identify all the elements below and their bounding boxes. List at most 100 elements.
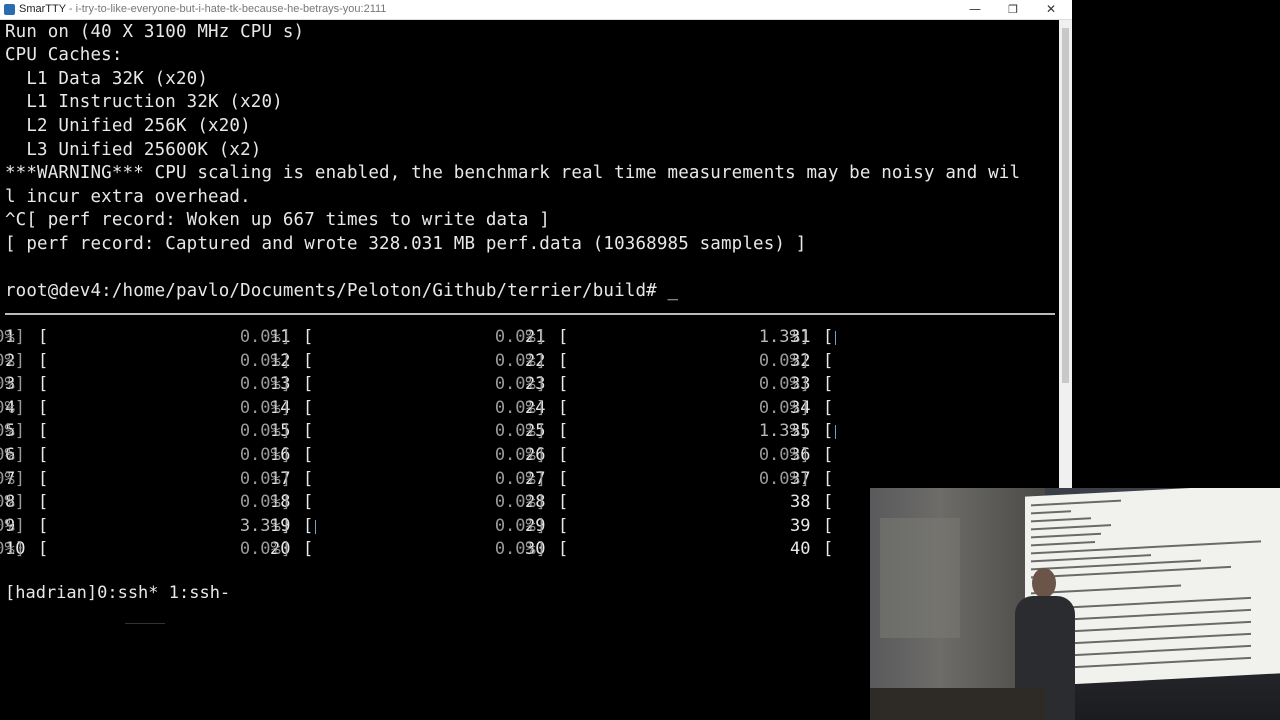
cpu-meter-bracket: [ xyxy=(823,468,834,489)
tmux-status-bar[interactable]: [hadrian]0:ssh* 1:ssh- xyxy=(5,583,230,603)
cpu-usage-percent: 0.0%] xyxy=(758,374,810,395)
scrollbar-thumb[interactable] xyxy=(1062,28,1069,383)
cpu-meter-bracket: [ xyxy=(823,397,834,418)
cpu-number: 39 xyxy=(790,515,811,536)
cpu-meter-bracket: [ xyxy=(38,397,49,418)
cpu-meter-bracket: [ xyxy=(303,539,314,560)
cpu-meter-bracket: [ xyxy=(823,539,834,560)
cpu-meter-bracket: [ xyxy=(823,515,834,536)
camera-video-overlay xyxy=(870,488,1280,720)
cpu-meter-bracket: [ xyxy=(38,539,49,560)
cpu-meter-bracket: [ xyxy=(823,374,834,395)
cpu-meter-bracket: [ xyxy=(38,421,49,442)
cpu-usage-percent: 0.0%] xyxy=(494,350,546,371)
cpu-usage-percent: 0.0%] xyxy=(239,468,291,489)
cpu-meter-bracket: [ xyxy=(38,327,49,347)
terminal-line: ^C[ perf record: Woken up 667 times to w… xyxy=(5,210,550,230)
cpu-number: 38 xyxy=(790,492,811,513)
cpu-meter-bracket: [ xyxy=(823,327,834,347)
pane-separator xyxy=(5,313,1055,315)
app-name: SmarTTY xyxy=(19,3,66,15)
cpu-usage-percent: 0.0%] xyxy=(494,374,546,395)
cpu-meter-bracket: [ xyxy=(558,515,569,536)
restore-button[interactable]: ❐ xyxy=(993,0,1033,20)
cpu-usage-percent: 0.0%] xyxy=(239,350,291,371)
cpu-usage-percent: 0.0%] xyxy=(239,445,291,465)
cpu-usage-percent: 0.0%] xyxy=(0,327,25,347)
cpu-meter-bracket: [ xyxy=(38,374,49,395)
cpu-usage-percent: 0.0%] xyxy=(494,515,546,536)
terminal-line: L1 Instruction 32K (x20) xyxy=(5,92,283,112)
cpu-usage-percent: 0.0%] xyxy=(494,445,546,465)
cpu-meter-bracket: [ xyxy=(303,374,314,395)
cpu-meter-bracket: [ xyxy=(558,539,569,560)
cpu-meter-bracket: [ xyxy=(558,374,569,395)
cpu-usage-percent: 0.0%] xyxy=(0,374,25,395)
terminal-line: ***WARNING*** CPU scaling is enabled, th… xyxy=(5,163,1021,183)
cpu-meter-bracket: [ xyxy=(823,492,834,513)
cpu-usage-percent: 3.3%] xyxy=(239,515,291,536)
terminal-line: CPU Caches: xyxy=(5,45,123,65)
cpu-meter-bracket: [ xyxy=(558,327,569,347)
cpu-usage-percent: 0.0%] xyxy=(239,421,291,442)
terminal-line: L3 Unified 25600K (x2) xyxy=(5,140,262,160)
cpu-meter-bracket: [ xyxy=(303,468,314,489)
cpu-usage-percent: 0.0%] xyxy=(0,397,25,418)
cpu-usage-percent: 0.0%] xyxy=(239,397,291,418)
cpu-usage-percent: 0.0%] xyxy=(494,539,546,560)
terminal-line: L2 Unified 256K (x20) xyxy=(5,116,251,136)
cpu-usage-percent: 0.0%] xyxy=(758,468,810,489)
cpu-meter-bracket: [ xyxy=(558,397,569,418)
cpu-meter-bracket: [ xyxy=(558,350,569,371)
cpu-meter-bracket: [ xyxy=(303,492,314,513)
cpu-usage-percent: 0.0%] xyxy=(0,539,25,560)
cpu-meter-bracket: [ xyxy=(303,397,314,418)
app-icon xyxy=(4,4,15,15)
cpu-usage-percent: 0.0%] xyxy=(0,421,25,442)
cpu-meter-bracket: [ xyxy=(823,421,834,442)
cpu-meter-bracket: [ xyxy=(558,492,569,513)
cpu-usage-percent: 0.0%] xyxy=(0,515,25,536)
window-title-suffix: - i-try-to-like-everyone-but-i-hate-tk-b… xyxy=(65,3,387,15)
cpu-meter-bracket: [ xyxy=(303,445,314,465)
terminal-line: L1 Data 32K (x20) xyxy=(5,69,209,89)
status-underline xyxy=(125,623,165,624)
cpu-meter-bracket: [ xyxy=(38,445,49,465)
terminal-line: l incur extra overhead. xyxy=(5,187,251,207)
cpu-meter-bracket: [ xyxy=(303,327,314,347)
close-button[interactable]: ✕ xyxy=(1031,0,1071,20)
terminal-prompt-line[interactable]: root@dev4:/home/pavlo/Documents/Peloton/… xyxy=(5,281,678,301)
window-title: SmarTTY - i-try-to-like-everyone-but-i-h… xyxy=(19,3,386,15)
cpu-usage-percent: 0.0%] xyxy=(494,421,546,442)
cpu-meter-bracket: [ xyxy=(558,445,569,465)
terminal-line: Run on (40 X 3100 MHz CPU s) xyxy=(5,22,305,42)
cpu-usage-percent: 0.0%] xyxy=(494,397,546,418)
cpu-usage-percent: 0.0%] xyxy=(494,492,546,513)
cpu-usage-percent: 0.0%] xyxy=(494,468,546,489)
cpu-meter-bracket: [ xyxy=(558,468,569,489)
cpu-usage-percent: 1.3%] xyxy=(758,421,810,442)
minimize-button[interactable]: — xyxy=(955,0,995,20)
wall-light xyxy=(880,518,960,638)
cpu-usage-percent: 0.0%] xyxy=(239,492,291,513)
terminal-line: [ perf record: Captured and wrote 328.03… xyxy=(5,234,807,254)
cpu-meter-bracket: [ xyxy=(303,421,314,442)
cpu-usage-percent: 0.0%] xyxy=(758,445,810,465)
cpu-usage-percent: 0.0%] xyxy=(758,397,810,418)
cpu-meter-bracket: [ xyxy=(38,350,49,371)
cpu-usage-percent: 0.0%] xyxy=(239,327,291,347)
cpu-usage-percent: 0.0%] xyxy=(0,350,25,371)
cpu-usage-percent: 0.0%] xyxy=(239,374,291,395)
cpu-number: 40 xyxy=(790,539,811,560)
cpu-meter-bracket: [ xyxy=(303,515,314,536)
cpu-usage-percent: 0.0%] xyxy=(758,350,810,371)
cpu-meter-bracket: [ xyxy=(303,350,314,371)
cpu-usage-percent: 0.0%] xyxy=(0,492,25,513)
desk xyxy=(870,688,1045,720)
cpu-usage-percent: 0.0%] xyxy=(0,445,25,465)
window-titlebar: SmarTTY - i-try-to-like-everyone-but-i-h… xyxy=(0,0,1072,20)
cpu-usage-bar xyxy=(315,519,316,534)
cpu-meter-bracket: [ xyxy=(38,468,49,489)
cpu-usage-bar xyxy=(835,425,836,440)
cpu-meter-bracket: [ xyxy=(823,350,834,371)
